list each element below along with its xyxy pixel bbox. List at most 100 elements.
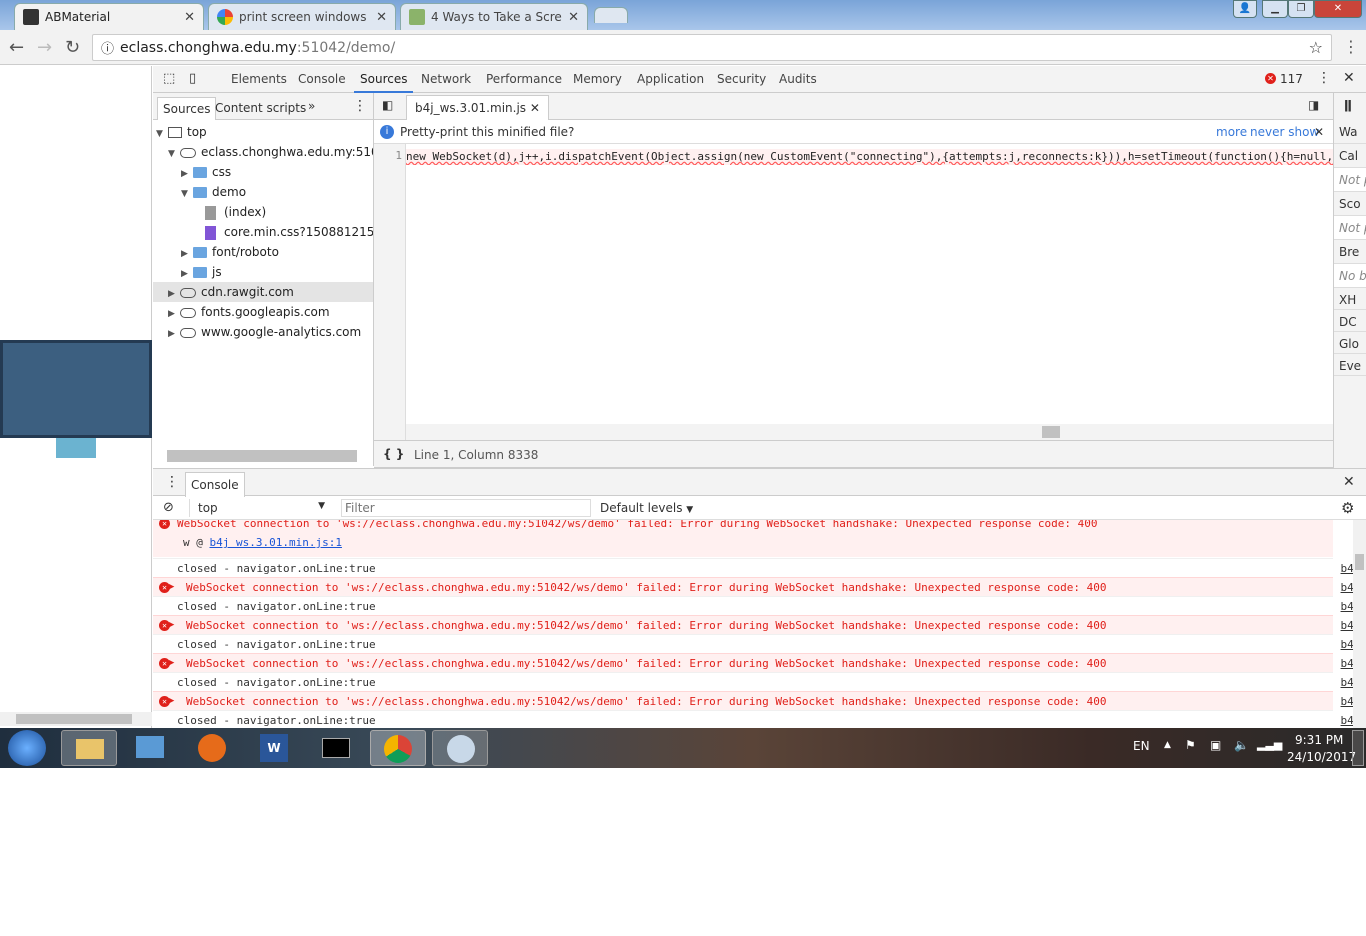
- navigator-scrollbar[interactable]: [167, 450, 357, 462]
- page-button[interactable]: [56, 438, 96, 458]
- tree-item-domain[interactable]: ▼eclass.chonghwa.edu.my:51042: [168, 142, 373, 162]
- nav-tab-content-scripts[interactable]: Content scripts: [215, 101, 306, 115]
- console-scrollbar[interactable]: [1353, 520, 1366, 728]
- tree-item-analytics[interactable]: ▶ www.google-analytics.com: [168, 322, 361, 342]
- event-listeners-section[interactable]: Eve: [1334, 354, 1366, 376]
- reload-icon[interactable]: ↻: [65, 37, 80, 58]
- menu-icon[interactable]: ⋮: [1343, 37, 1359, 56]
- close-devtools-icon[interactable]: ✕: [1343, 70, 1355, 86]
- nav-tab-sources[interactable]: Sources: [157, 97, 217, 120]
- global-listeners-section[interactable]: Glo: [1334, 332, 1366, 354]
- scope-section[interactable]: Sco: [1334, 192, 1366, 216]
- expand-arrow-icon[interactable]: ▶: [169, 578, 174, 597]
- explorer-taskbar-icon[interactable]: [61, 730, 117, 766]
- toggle-debugger-icon[interactable]: ◨: [1308, 98, 1319, 112]
- clock-date[interactable]: 24/10/2017: [1287, 750, 1356, 764]
- cmd-taskbar-icon[interactable]: [308, 730, 364, 766]
- console-filter-input[interactable]: [341, 499, 591, 517]
- drawer-tab-console[interactable]: Console: [185, 472, 245, 497]
- horizontal-scrollbar[interactable]: [0, 712, 152, 726]
- tree-item-rawgit[interactable]: ▶ cdn.rawgit.com: [153, 282, 373, 302]
- tab-console[interactable]: Console: [298, 66, 346, 93]
- tree-item-googleapis[interactable]: ▶ fonts.googleapis.com: [168, 302, 330, 322]
- editor-scrollbar[interactable]: [406, 424, 1333, 440]
- tab-application[interactable]: Application: [637, 66, 704, 93]
- expand-arrow-icon[interactable]: ▶: [169, 616, 174, 635]
- word-taskbar-icon[interactable]: W: [246, 730, 302, 766]
- show-desktop-button[interactable]: [1352, 730, 1364, 766]
- tree-item-css[interactable]: ▶ css: [181, 162, 231, 182]
- action-center-flag-icon[interactable]: ⚑: [1185, 738, 1196, 752]
- close-window-button[interactable]: ✕: [1314, 0, 1362, 18]
- tab-performance[interactable]: Performance: [486, 66, 562, 93]
- pause-icon[interactable]: ǁ: [1344, 98, 1352, 112]
- tree-item-js[interactable]: ▶ js: [181, 262, 222, 282]
- device-toolbar-icon[interactable]: ▯: [189, 71, 196, 86]
- address-bar[interactable]: ⓘ eclass.chonghwa.edu.my:51042/demo/ ☆: [92, 34, 1332, 61]
- remote-desktop-taskbar-icon[interactable]: [122, 730, 178, 766]
- drawer-menu-icon[interactable]: ⋮: [165, 474, 179, 490]
- close-tab-icon[interactable]: ✕: [184, 10, 195, 25]
- close-infobar-icon[interactable]: ✕: [1314, 120, 1324, 144]
- tab-elements[interactable]: Elements: [231, 66, 287, 93]
- bookmark-star-icon[interactable]: ☆: [1309, 38, 1323, 57]
- tree-item-core-css[interactable]: core.min.css?1508812158161: [205, 222, 373, 242]
- editor-tab-file[interactable]: b4j_ws.3.01.min.js ✕: [406, 95, 549, 120]
- clear-console-icon[interactable]: ⊘: [163, 500, 174, 515]
- clock-time[interactable]: 9:31 PM: [1295, 733, 1343, 747]
- volume-icon[interactable]: 🔈: [1234, 738, 1249, 752]
- network-signal-icon[interactable]: ▂▃▅: [1257, 738, 1282, 751]
- browser-tab-wikihow[interactable]: 4 Ways to Take a Screens✕: [400, 3, 588, 30]
- browser-tab-abmaterial[interactable]: ABMaterial ✕: [14, 3, 204, 30]
- power-icon[interactable]: ▣: [1210, 738, 1221, 752]
- minimize-button[interactable]: ▁: [1262, 0, 1288, 18]
- new-tab-button[interactable]: [594, 7, 628, 23]
- dom-breakpoints-section[interactable]: DC: [1334, 310, 1366, 332]
- toggle-navigator-icon[interactable]: ◧: [382, 98, 393, 112]
- forward-icon[interactable]: →: [37, 37, 52, 58]
- paint-taskbar-icon[interactable]: [432, 730, 488, 766]
- close-tab-icon[interactable]: ✕: [376, 10, 387, 25]
- more-tabs-icon[interactable]: »: [308, 99, 315, 113]
- browser-tab-google[interactable]: print screen windows - G✕: [208, 3, 396, 30]
- tab-audits[interactable]: Audits: [779, 66, 817, 93]
- close-drawer-icon[interactable]: ✕: [1343, 474, 1355, 490]
- tab-sources[interactable]: Sources: [354, 66, 414, 93]
- call-stack-section[interactable]: Cal: [1334, 144, 1366, 168]
- show-hidden-icons[interactable]: ▲: [1164, 740, 1171, 750]
- chrome-taskbar-icon[interactable]: [370, 730, 426, 766]
- inspect-element-icon[interactable]: ⬚: [163, 71, 175, 86]
- start-button[interactable]: [8, 730, 46, 766]
- more-link[interactable]: more: [1216, 120, 1247, 144]
- tab-memory[interactable]: Memory: [573, 66, 622, 93]
- watch-section[interactable]: Wa: [1334, 120, 1366, 144]
- stack-link[interactable]: b4j ws.3.01.min.js:1: [210, 536, 342, 549]
- tree-item-demo[interactable]: ▼ demo: [181, 182, 246, 202]
- close-file-icon[interactable]: ✕: [530, 101, 540, 115]
- xhr-breakpoints-section[interactable]: XH: [1334, 288, 1366, 310]
- tree-item-index[interactable]: (index): [205, 202, 266, 222]
- expand-arrow-icon[interactable]: ▶: [169, 654, 174, 673]
- close-tab-icon[interactable]: ✕: [568, 10, 579, 25]
- code-line[interactable]: new WebSocket(d),j++,i.dispatchEvent(Obj…: [406, 149, 1333, 165]
- tab-network[interactable]: Network: [421, 66, 471, 93]
- user-icon[interactable]: 👤: [1233, 0, 1257, 18]
- error-icon[interactable]: ✕: [1265, 73, 1276, 84]
- firefox-taskbar-icon[interactable]: [184, 730, 240, 766]
- pretty-print-icon[interactable]: { }: [383, 447, 404, 461]
- breakpoints-section[interactable]: Bre: [1334, 240, 1366, 264]
- tree-item-font-roboto[interactable]: ▶ font/roboto: [181, 242, 279, 262]
- back-icon[interactable]: ←: [9, 37, 24, 58]
- tab-security[interactable]: Security: [717, 66, 766, 93]
- tree-item-top[interactable]: ▼ top: [156, 122, 207, 142]
- context-select[interactable]: top ▼: [189, 499, 329, 517]
- console-settings-icon[interactable]: ⚙: [1341, 499, 1354, 517]
- never-show-link[interactable]: never show: [1250, 120, 1319, 144]
- log-levels-select[interactable]: Default levels ▼: [600, 501, 693, 515]
- maximize-button[interactable]: ❐: [1288, 0, 1314, 18]
- error-count[interactable]: 117: [1280, 72, 1303, 86]
- devtools-menu-icon[interactable]: ⋮: [1317, 70, 1331, 86]
- navigator-menu-icon[interactable]: ⋮: [353, 98, 367, 114]
- expand-arrow-icon[interactable]: ▶: [169, 692, 174, 711]
- language-indicator[interactable]: EN: [1133, 739, 1150, 753]
